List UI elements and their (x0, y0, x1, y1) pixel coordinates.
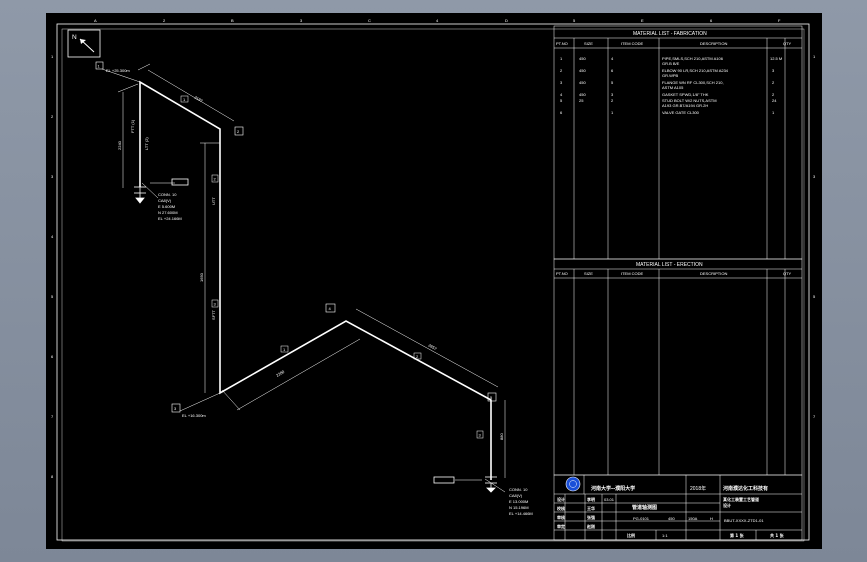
svg-text:VALVE GATE CL300: VALVE GATE CL300 (662, 110, 700, 115)
erc-header: ITEM CODE (621, 271, 644, 276)
pipe-size: 450 (668, 516, 675, 521)
grid-top-label: A (94, 18, 97, 23)
signer-name: 李明 (587, 496, 595, 502)
svg-text:CONN. 10: CONN. 10 (509, 487, 528, 492)
project-line2: 设计 (723, 502, 731, 508)
signer-name: 张强 (587, 514, 595, 520)
fab-header: ITEM CODE (621, 41, 644, 46)
dir-label: FTT (1) (130, 119, 135, 133)
drawing-title: 管道轴测图 (632, 504, 657, 511)
svg-text:GR.WPB: GR.WPB (662, 73, 679, 78)
fab-header: DESCRIPTION (700, 41, 727, 46)
grid-top-label: B (231, 18, 234, 23)
fab-header: SIZE (584, 41, 593, 46)
dir-label: SFTT (211, 309, 216, 320)
drawing-sheet: A 2 B 3 C 4 D 5 E 6 F 1 2 3 4 5 6 7 8 1 … (46, 13, 822, 549)
pipe-spec: 150A (688, 516, 698, 521)
erc-header: DESCRIPTION (700, 271, 727, 276)
svg-text:12.5 M: 12.5 M (770, 56, 782, 61)
erc-header: SIZE (584, 271, 593, 276)
svg-text:ASTM A105: ASTM A105 (662, 85, 684, 90)
insulation: H (710, 516, 713, 521)
total-sheets: 共 1 张 (770, 532, 785, 538)
fabrication-title: MATERIAL LIST - FABRICATION (633, 31, 707, 37)
institute-name: 河南濮达化工科技有 (722, 485, 768, 492)
dim-upper-vertical: 2240 (117, 140, 122, 150)
dir-label: LTT (2) (144, 137, 149, 150)
dim-vertical: 1650 (199, 272, 204, 282)
fab-header: PT.NO (556, 41, 568, 46)
elev-bottom-left: EL +16.300m (182, 413, 206, 418)
grid-top-label: C (368, 18, 371, 23)
fab-header: QTY (783, 41, 792, 46)
role-label: 校核 (557, 505, 565, 511)
role-label: 设计 (557, 496, 565, 502)
drawing-number: BBUT-XXXX-ZTD1-01 (724, 518, 764, 523)
university-logo (565, 476, 581, 492)
year-text: 2018年 (690, 485, 706, 492)
signer-name: 王华 (587, 505, 595, 511)
scale-label: 比例 (627, 532, 635, 538)
svg-text:N 27.600M: N 27.600M (158, 210, 178, 215)
grid-top-label: E (641, 18, 644, 23)
role-label: 审定 (557, 523, 565, 529)
svg-text:25: 25 (579, 98, 584, 103)
role-label: 审核 (557, 514, 565, 520)
svg-text:EL +14.466M: EL +14.466M (509, 511, 533, 516)
svg-text:GR.B B/E: GR.B B/E (662, 61, 680, 66)
svg-text:EL +24.166M: EL +24.166M (158, 216, 182, 221)
svg-text:450: 450 (579, 92, 586, 97)
sheet-number: 第 1 张 (730, 532, 745, 538)
svg-text:CA8(V): CA8(V) (509, 493, 523, 498)
university-name: 河南大学--濮阳大学 (590, 485, 635, 492)
dir-label: UTT (211, 197, 216, 205)
elev-top: EL +25.300m (106, 68, 130, 73)
svg-text:CONN. 10: CONN. 10 (158, 192, 177, 197)
svg-text:A193 GR.B7/A194 GR.2H: A193 GR.B7/A194 GR.2H (662, 103, 708, 108)
svg-text:CA8(V): CA8(V) (158, 198, 172, 203)
svg-text:GASKET SPWD,1/8" THK: GASKET SPWD,1/8" THK (662, 92, 709, 97)
erc-header: QTY (783, 271, 792, 276)
svg-text:N 15.196M: N 15.196M (509, 505, 529, 510)
svg-text:24: 24 (772, 98, 777, 103)
svg-text:E 5.600M: E 5.600M (158, 204, 175, 209)
dim-right-vertical: 880 (499, 433, 504, 440)
erection-title: MATERIAL LIST - ERECTION (636, 262, 703, 268)
line-number: PG-0101 (633, 516, 650, 521)
sign-date: 03.01 (604, 497, 615, 502)
svg-text:450: 450 (579, 68, 586, 73)
scale-value: 1:1 (662, 533, 668, 538)
grid-top-label: D (505, 18, 508, 23)
project-line1: 某化工装置工艺管道 (723, 496, 759, 502)
signer-name: 赵刚 (586, 523, 595, 529)
north-label: N (72, 34, 77, 41)
svg-text:450: 450 (579, 80, 586, 85)
svg-text:450: 450 (579, 56, 586, 61)
svg-text:E 13.000M: E 13.000M (509, 499, 528, 504)
erc-header: PT.NO (556, 271, 568, 276)
